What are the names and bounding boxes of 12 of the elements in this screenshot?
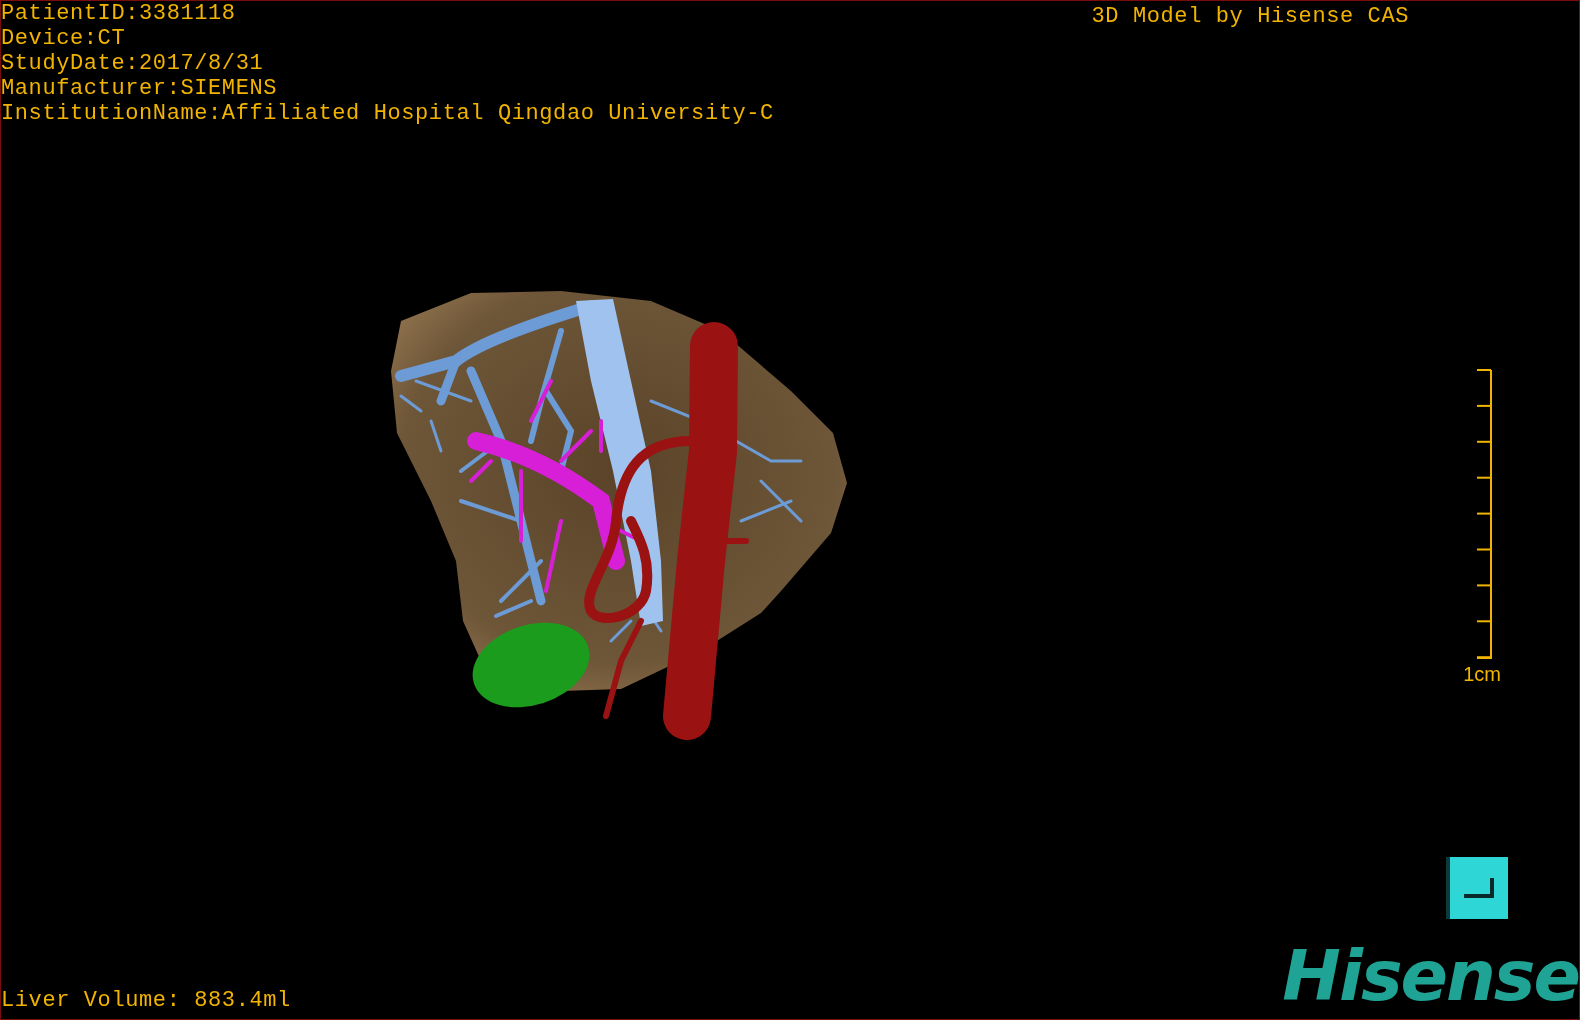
- liver-volume-text: Liver Volume: 883.4ml: [1, 988, 291, 1013]
- scale-bar-icon: [1475, 369, 1495, 661]
- viewer-title: 3D Model by Hisense CAS: [1091, 4, 1409, 31]
- info-line: Device:CT: [1, 26, 127, 51]
- info-line: PatientID:3381118: [1, 1, 237, 26]
- info-line: Manufacturer:SIEMENS: [1, 76, 279, 101]
- view-corner-button[interactable]: [1446, 857, 1508, 919]
- info-line: InstitutionName:Affiliated Hospital Qingdao University-C: [1, 101, 774, 126]
- corner-icon: [1462, 876, 1496, 900]
- brand-logo: Hisense: [1282, 941, 1579, 1011]
- scale-label: 1cm: [1463, 663, 1501, 686]
- info-line: StudyDate:2017/8/31: [1, 51, 265, 76]
